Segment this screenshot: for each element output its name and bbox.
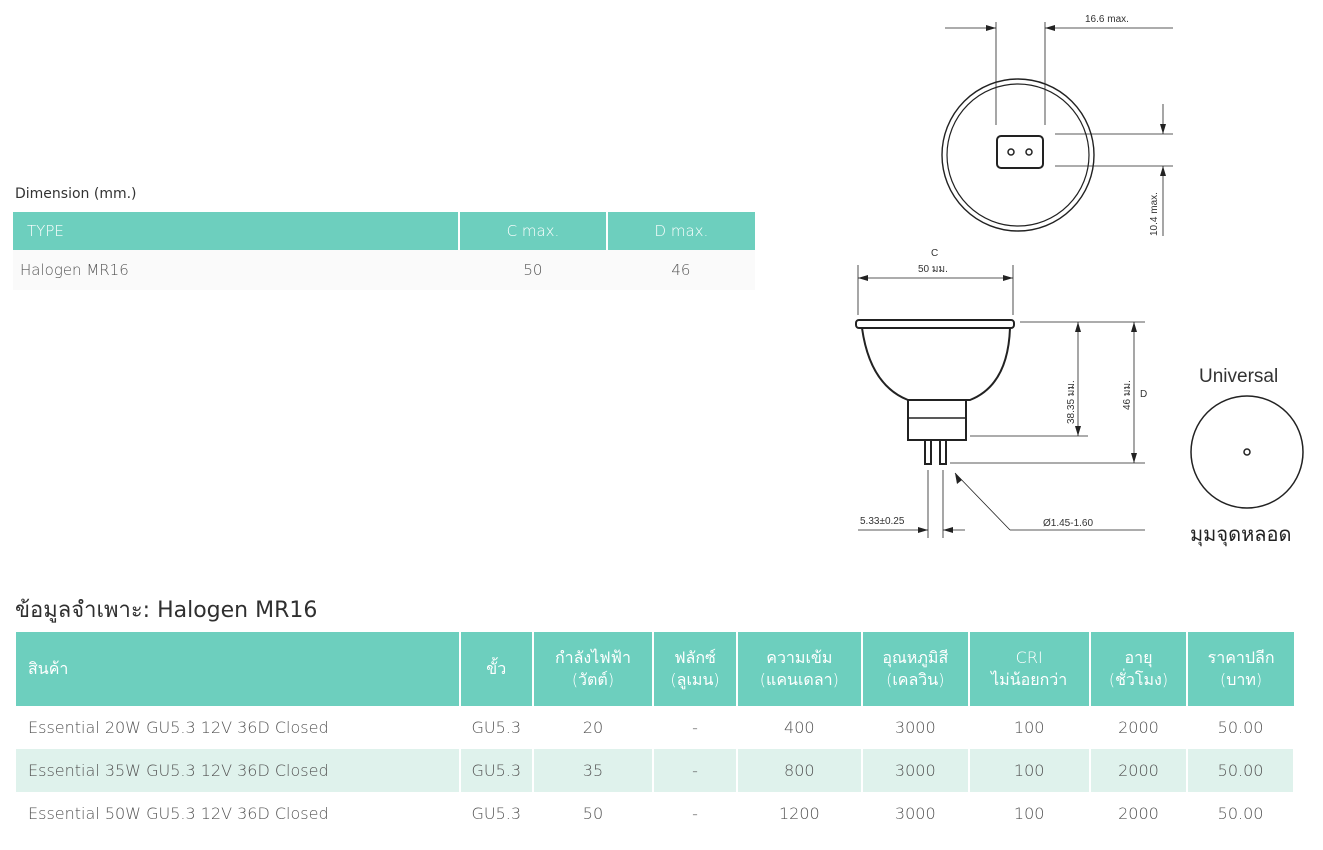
lamp-neck [907,399,967,441]
spec-cell: - [653,792,738,835]
spec-cell: 3000 [861,792,970,835]
dimension-cell-type: Halogen MR16 [13,250,459,290]
pin-spacing-text: 16.6 max. [1085,14,1129,25]
spec-table: สินค้า ขั้ว กำลังไฟฟ้า (วัตต์) ฟลักซ์ (ลูเ… [16,632,1295,835]
lamp-pin-2 [939,439,947,465]
spec-cell: Essential 50W GU5.3 12V 36D Closed [16,792,461,835]
spec-header-price: ราคาปลีก (บาท) [1187,632,1294,706]
spec-cell: 3000 [861,706,970,749]
pin-right [1025,148,1033,156]
spec-header-wattage: กำลังไฟฟ้า (วัตต์) [532,632,655,706]
lamp-pin-1 [924,439,932,465]
spec-cell: GU5.3 [460,706,534,749]
dimension-cell-c: 50 [459,250,607,290]
spec-cell: 50.00 [1187,792,1295,835]
spec-cell: 1200 [736,792,863,835]
dimension-header-d: D max. [606,212,755,250]
spec-cell: 400 [736,706,863,749]
spec-header-cri: CRI ไม่น้อยกว่า [968,632,1091,706]
beam-angle-circle [1190,395,1304,509]
spec-header-flux: ฟลักซ์ (ลูเมน) [653,632,738,706]
spec-title: ข้อมูลจำเพาะ: Halogen MR16 [15,598,318,623]
lamp-technical-drawing: 16.6 max. 10.4 max. C 50 มม. 38.35 มม. 4… [855,14,1304,538]
dimension-header-row: TYPE C max. D max. [13,212,755,250]
spec-cell: 100 [968,706,1091,749]
spec-header-life: อายุ (ชั่วโมง) [1089,632,1189,706]
spec-cell: 100 [968,749,1091,792]
spec-cell: 35 [532,749,655,792]
lamp-pin-base [996,135,1044,169]
spec-cell: 20 [532,706,655,749]
spec-cell: 2000 [1089,749,1189,792]
spec-cell: 50 [532,792,655,835]
dimension-header-c: C max. [459,212,608,250]
spec-cell: 2000 [1089,706,1189,749]
spec-cell: 800 [736,749,863,792]
d-label-text: D [1140,389,1147,400]
spec-header-base: ขั้ว [460,632,534,706]
table-row: Essential 50W GU5.3 12V 36D Closed GU5.3… [16,792,1295,835]
spec-header-intensity: ความเข้ม (แคนเดลา) [736,632,863,706]
beam-center-dot [1243,448,1251,456]
spec-cell: Essential 35W GU5.3 12V 36D Closed [16,749,461,792]
pin-height-text: 10.4 max. [1149,192,1160,236]
spec-cell: GU5.3 [460,749,534,792]
c-label-text: C [931,248,938,259]
spec-header-color-temp: อุณหภูมิสี (เคลวิน) [861,632,970,706]
reflector-rim [855,319,1015,329]
spec-cell: - [653,706,738,749]
spec-cell: Essential 20W GU5.3 12V 36D Closed [16,706,461,749]
pin-pitch-text: 5.33±0.25 [860,516,905,527]
universal-label: Universal [1199,366,1279,387]
total-height-text: 46 มม. [1122,380,1133,410]
lamp-top-outer-circle [941,78,1095,232]
dimension-header-type: TYPE [13,212,460,250]
spec-header-product: สินค้า [16,632,461,706]
reflector-body [861,327,1011,401]
spec-cell: 100 [968,792,1091,835]
c-value-text: 50 มม. [918,264,948,275]
beam-angle-label: มุมจุดหลอด [1190,522,1292,546]
table-row: Halogen MR16 50 46 [13,250,755,290]
spec-cell: 2000 [1089,792,1189,835]
spec-cell: 50.00 [1187,706,1295,749]
pin-diameter-text: Ø1.45-1.60 [1043,518,1093,529]
dimension-table: TYPE C max. D max. Halogen MR16 50 46 [13,212,755,290]
pin-left [1007,148,1015,156]
spec-cell: - [653,749,738,792]
spec-cell: 3000 [861,749,970,792]
spec-cell: 50.00 [1187,749,1295,792]
reflector-height-text: 38.35 มม. [1066,380,1077,424]
table-row: Essential 20W GU5.3 12V 36D Closed GU5.3… [16,706,1295,749]
dimension-cell-d: 46 [606,250,755,290]
dimension-label: Dimension (mm.) [15,186,137,202]
lamp-top-inner-circle [946,83,1090,227]
table-row: Essential 35W GU5.3 12V 36D Closed GU5.3… [16,749,1295,792]
spec-cell: GU5.3 [460,792,534,835]
spec-header-row: สินค้า ขั้ว กำลังไฟฟ้า (วัตต์) ฟลักซ์ (ลูเ… [16,632,1294,706]
